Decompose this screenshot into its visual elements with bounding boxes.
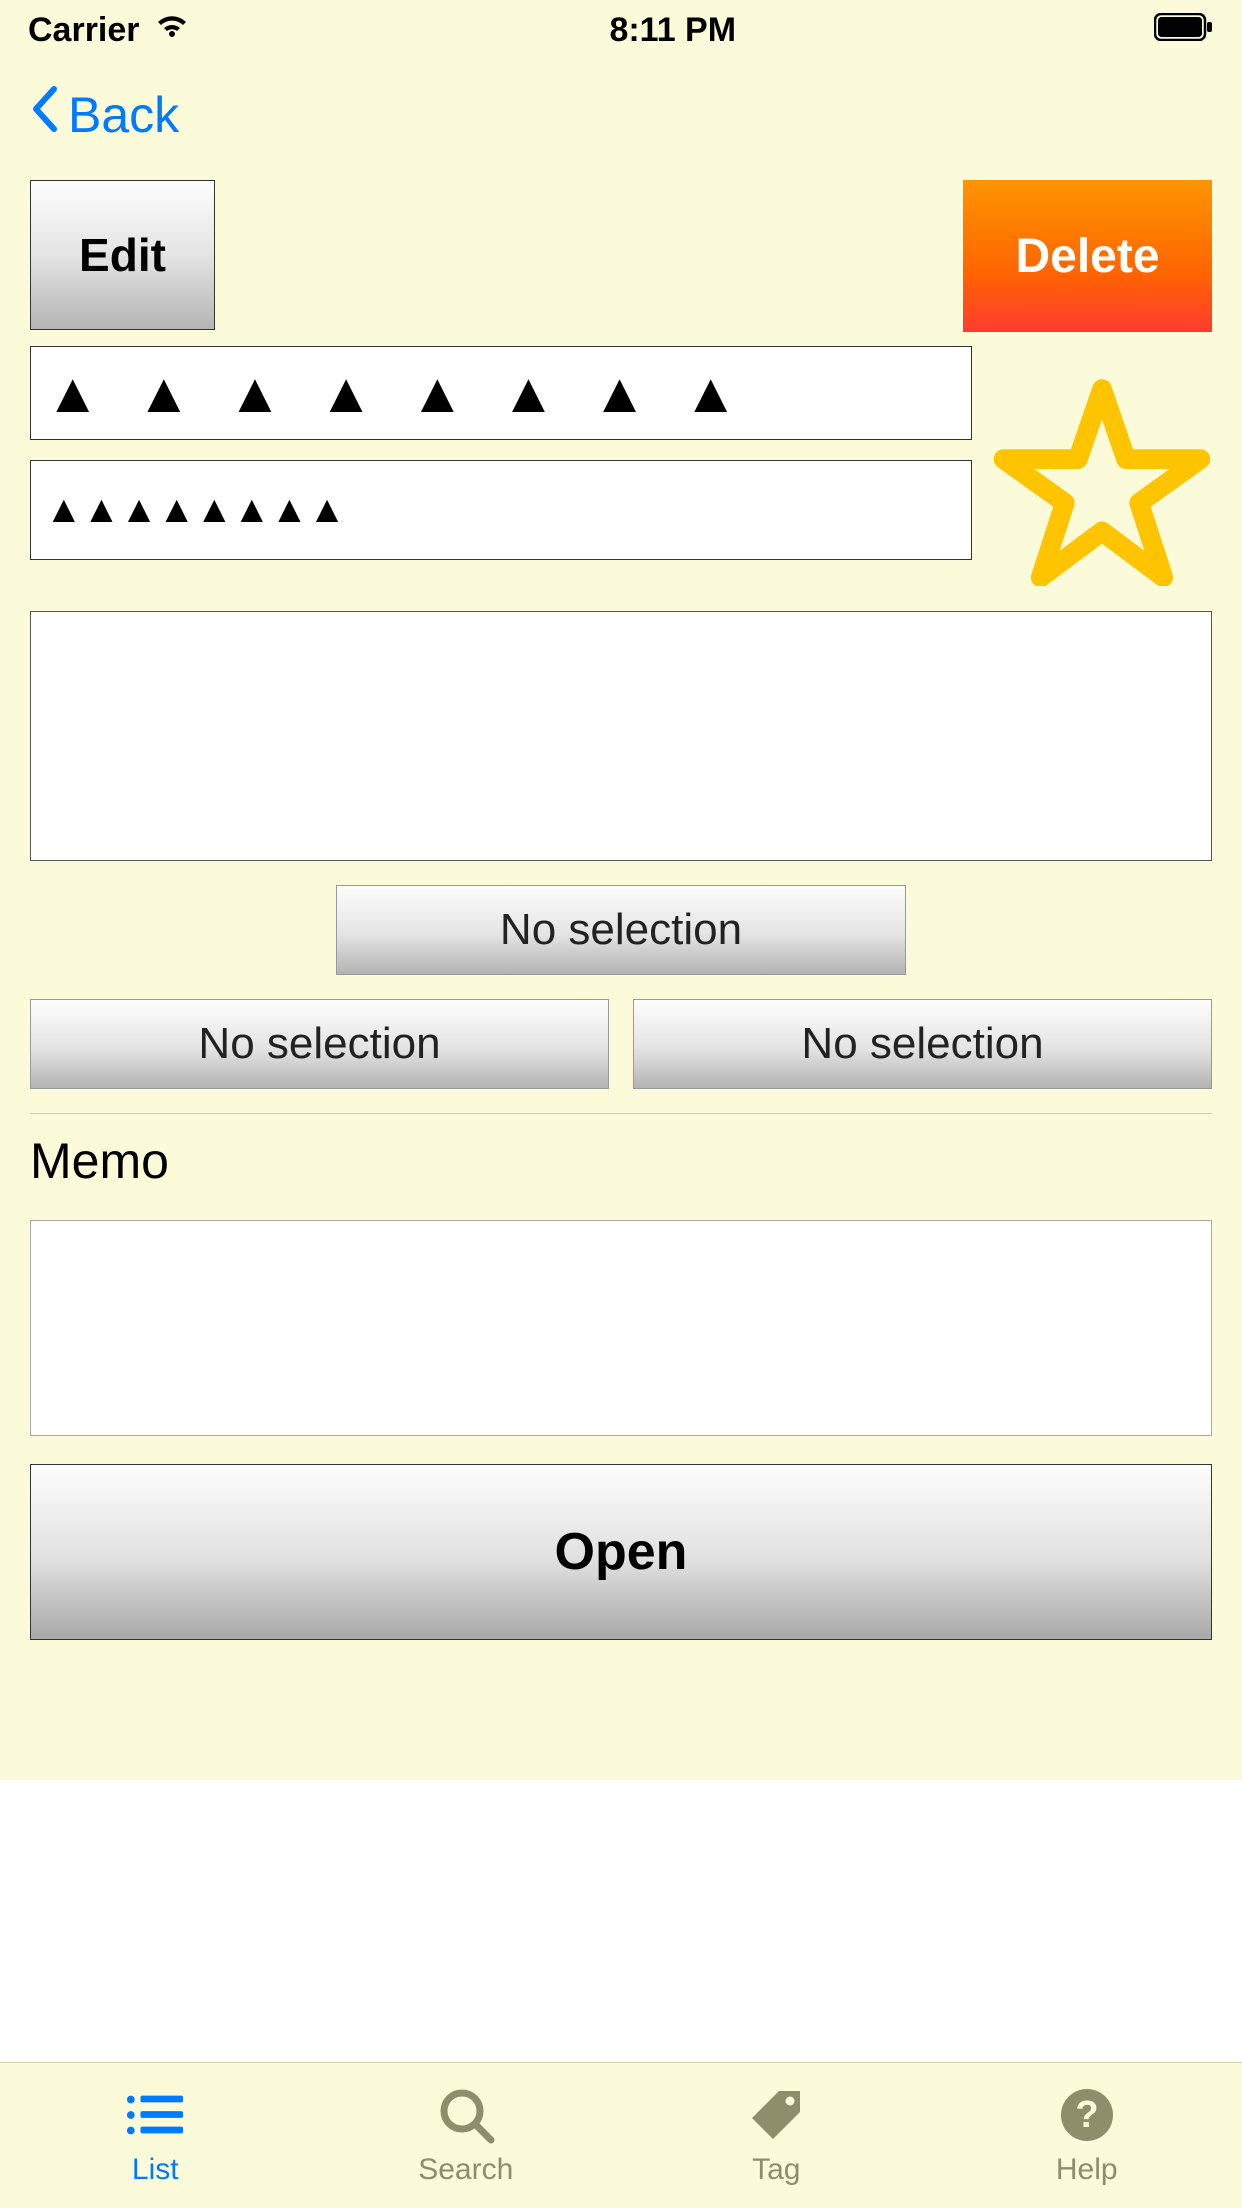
open-label: Open xyxy=(555,1522,688,1582)
selection-top-button[interactable]: No selection xyxy=(336,885,906,975)
tab-bar: List Search Tag ? Help xyxy=(0,2062,1242,2208)
content: Edit Delete ▲ ▲ ▲ ▲ ▲ ▲ ▲ ▲ ▲▲▲▲▲▲▲▲ No … xyxy=(0,180,1242,1640)
carrier-label: Carrier xyxy=(28,11,140,50)
battery-icon xyxy=(1154,11,1214,50)
help-icon: ? xyxy=(1057,2085,1117,2145)
subtitle-value: ▲▲▲▲▲▲▲▲ xyxy=(45,491,346,529)
selection-top-label: No selection xyxy=(500,905,742,955)
nav-bar: Back xyxy=(0,60,1242,170)
star-icon xyxy=(992,376,1212,591)
selection-row-2: No selection No selection xyxy=(30,999,1212,1089)
memo-box[interactable] xyxy=(30,1220,1212,1436)
back-label: Back xyxy=(68,86,179,144)
tab-help[interactable]: ? Help xyxy=(932,2063,1242,2208)
svg-text:?: ? xyxy=(1075,2094,1098,2136)
subtitle-field[interactable]: ▲▲▲▲▲▲▲▲ xyxy=(30,460,972,560)
edit-button[interactable]: Edit xyxy=(30,180,215,330)
tab-list[interactable]: List xyxy=(0,2063,311,2208)
status-left: Carrier xyxy=(28,11,192,50)
tab-help-label: Help xyxy=(1056,2153,1118,2187)
back-button[interactable]: Back xyxy=(30,85,179,145)
open-button[interactable]: Open xyxy=(30,1464,1212,1640)
selection-row-1: No selection xyxy=(30,885,1212,975)
tab-tag-label: Tag xyxy=(752,2153,800,2187)
list-icon xyxy=(125,2085,185,2145)
content-bg xyxy=(0,1780,1242,2062)
selection-right-label: No selection xyxy=(801,1019,1043,1069)
chevron-left-icon xyxy=(30,85,58,145)
fields-col: ▲ ▲ ▲ ▲ ▲ ▲ ▲ ▲ ▲▲▲▲▲▲▲▲ xyxy=(30,346,972,560)
title-value: ▲ ▲ ▲ ▲ ▲ ▲ ▲ ▲ xyxy=(45,365,749,421)
status-time: 8:11 PM xyxy=(609,11,736,50)
divider xyxy=(30,1113,1212,1114)
favorite-toggle[interactable] xyxy=(992,346,1212,591)
delete-button[interactable]: Delete xyxy=(963,180,1212,332)
tab-search[interactable]: Search xyxy=(311,2063,622,2208)
selection-left-button[interactable]: No selection xyxy=(30,999,609,1089)
wifi-icon xyxy=(152,11,192,50)
description-box[interactable] xyxy=(30,611,1212,861)
edit-label: Edit xyxy=(79,228,166,282)
selection-left-label: No selection xyxy=(198,1019,440,1069)
status-bar: Carrier 8:11 PM xyxy=(0,0,1242,60)
tag-icon xyxy=(746,2085,806,2145)
memo-label: Memo xyxy=(30,1132,1212,1190)
status-right xyxy=(1154,11,1214,50)
tab-tag[interactable]: Tag xyxy=(621,2063,932,2208)
fields-wrap: ▲ ▲ ▲ ▲ ▲ ▲ ▲ ▲ ▲▲▲▲▲▲▲▲ xyxy=(30,346,1212,591)
delete-label: Delete xyxy=(1015,229,1159,284)
tab-list-label: List xyxy=(132,2153,179,2187)
top-row: Edit Delete xyxy=(30,180,1212,332)
selection-right-button[interactable]: No selection xyxy=(633,999,1212,1089)
search-icon xyxy=(436,2085,496,2145)
tab-search-label: Search xyxy=(418,2153,513,2187)
title-field[interactable]: ▲ ▲ ▲ ▲ ▲ ▲ ▲ ▲ xyxy=(30,346,972,440)
